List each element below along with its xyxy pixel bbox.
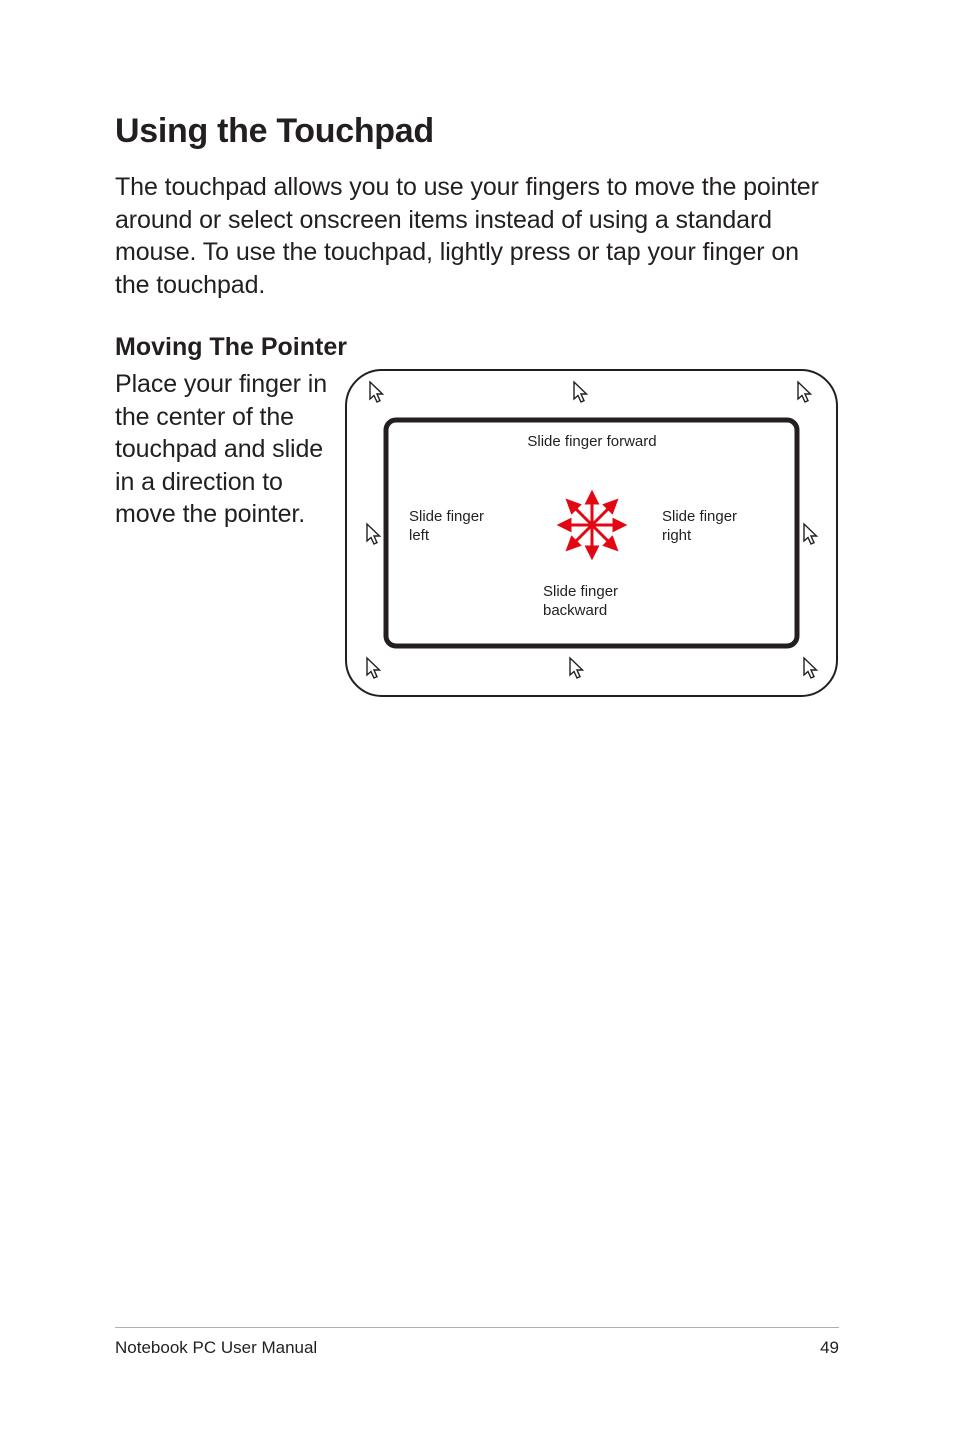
diagram-label-backward-2: backward (543, 602, 607, 619)
footer-page-number: 49 (820, 1338, 839, 1358)
touchpad-diagram-svg: Slide finger forward Slide finger left S… (344, 368, 839, 698)
diagram-label-right-2: right (662, 527, 692, 544)
heading-title: Using the Touchpad (115, 112, 839, 151)
moving-paragraph: Place your finger in the center of the t… (115, 368, 330, 698)
intro-paragraph: The touchpad allows you to use your fing… (115, 171, 839, 301)
touchpad-diagram: Slide finger forward Slide finger left S… (344, 368, 839, 698)
subheading: Moving The Pointer (115, 333, 839, 362)
diagram-label-left-2: left (409, 527, 430, 544)
diagram-label-backward-1: Slide finger (543, 583, 618, 600)
diagram-label-right-1: Slide finger (662, 508, 737, 525)
page-footer: Notebook PC User Manual 49 (115, 1327, 839, 1358)
footer-manual-name: Notebook PC User Manual (115, 1338, 317, 1358)
diagram-label-left-1: Slide finger (409, 508, 484, 525)
diagram-label-forward: Slide finger forward (527, 433, 656, 450)
